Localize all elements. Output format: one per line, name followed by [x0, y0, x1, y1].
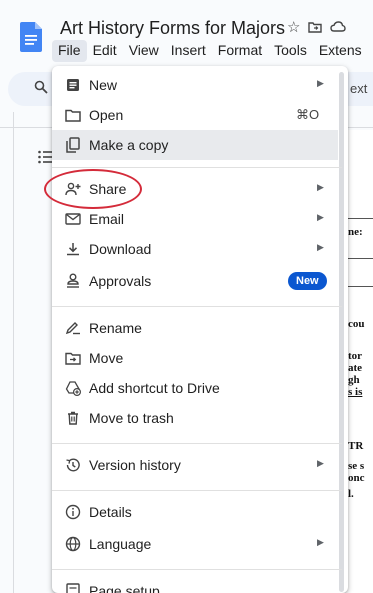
copy-icon — [64, 136, 82, 154]
doc-text-fragment: TR — [348, 440, 364, 452]
page-setup-icon — [64, 582, 82, 593]
submenu-arrow-icon: ▶ — [317, 182, 324, 192]
menu-item-move[interactable]: Move — [52, 343, 338, 373]
menu-separator — [52, 490, 342, 491]
cloud-status-icon[interactable] — [330, 18, 347, 36]
menu-item-label: New — [89, 77, 118, 93]
share-highlight-circle — [44, 169, 142, 209]
menu-item-new[interactable]: New ▶ — [52, 70, 338, 100]
title-actions: ☆ — [287, 18, 347, 36]
document-title[interactable]: Art History Forms for Majors — [60, 18, 285, 39]
download-icon — [64, 240, 82, 258]
drive-shortcut-icon — [64, 379, 82, 397]
menu-format[interactable]: Format — [212, 40, 268, 62]
menu-scrollbar[interactable] — [339, 72, 344, 592]
move-folder-icon — [64, 349, 82, 367]
vertical-ruler — [6, 112, 14, 593]
globe-icon — [64, 535, 82, 553]
folder-icon — [64, 106, 82, 124]
menu-item-download[interactable]: Download ▶ — [52, 234, 338, 264]
menu-item-label: Add shortcut to Drive — [89, 380, 220, 396]
menu-item-label: Move to trash — [89, 410, 174, 426]
menu-edit[interactable]: Edit — [87, 40, 123, 62]
menu-extensions[interactable]: Extens — [313, 40, 368, 62]
mail-icon — [64, 210, 82, 228]
menu-tools[interactable]: Tools — [268, 40, 313, 62]
star-icon[interactable]: ☆ — [287, 18, 300, 36]
menu-file[interactable]: File — [52, 40, 87, 62]
rename-pencil-icon — [64, 319, 82, 337]
doc-text-fragment: ne: — [348, 226, 363, 238]
menu-insert[interactable]: Insert — [165, 40, 212, 62]
menu-item-label: Move — [89, 350, 124, 366]
menu-item-label: Approvals — [89, 273, 152, 289]
menu-item-label: Details — [89, 504, 132, 520]
menu-item-page-setup[interactable]: Page setup — [52, 576, 338, 593]
doc-text-fragment: se s — [348, 460, 365, 472]
menu-item-move-to-trash[interactable]: Move to trash — [52, 403, 338, 433]
toolbar-text-fragment[interactable]: ext — [350, 81, 367, 96]
menu-item-make-copy[interactable]: Make a copy — [52, 130, 338, 160]
doc-text-fragment: tor — [348, 350, 363, 362]
menu-item-rename[interactable]: Rename — [52, 313, 338, 343]
submenu-arrow-icon: ▶ — [317, 78, 324, 88]
docs-logo-icon[interactable] — [20, 22, 42, 52]
new-badge: New — [288, 272, 327, 290]
docs-header: Art History Forms for Majors ☆ File Edit… — [0, 0, 373, 66]
menu-separator — [52, 443, 342, 444]
doc-text-fragment: onc — [348, 472, 365, 484]
menu-separator — [52, 306, 342, 307]
submenu-arrow-icon: ▶ — [317, 537, 324, 547]
menu-separator — [52, 167, 342, 168]
menu-item-label: Version history — [89, 457, 181, 473]
keyboard-shortcut: ⌘O — [296, 107, 320, 122]
menu-item-label: Page setup — [89, 583, 160, 593]
info-icon — [64, 503, 82, 521]
trash-icon — [64, 409, 82, 427]
doc-text-fragment: cou — [348, 318, 365, 330]
history-icon — [64, 456, 82, 474]
menu-item-language[interactable]: Language ▶ — [52, 529, 338, 559]
doc-text-fragment: s is — [348, 386, 363, 398]
search-menus-icon[interactable] — [34, 80, 48, 94]
doc-text-fragment: l. — [348, 488, 354, 500]
submenu-arrow-icon: ▶ — [317, 242, 324, 252]
menu-view[interactable]: View — [123, 40, 165, 62]
menu-item-details[interactable]: Details — [52, 497, 338, 527]
new-document-icon — [64, 76, 82, 94]
menu-item-label: Rename — [89, 320, 142, 336]
submenu-arrow-icon: ▶ — [317, 212, 324, 222]
approvals-person-icon — [64, 272, 82, 290]
file-menu: New ▶ Open ⌘O Make a copy Share ▶ Email … — [52, 66, 348, 593]
doc-text-fragment: ate — [348, 362, 363, 374]
menu-item-label: Email — [89, 211, 125, 227]
menu-item-version-history[interactable]: Version history ▶ — [52, 450, 338, 480]
doc-text-fragment: gh — [348, 374, 360, 386]
submenu-arrow-icon: ▶ — [317, 458, 324, 468]
move-folder-icon[interactable] — [308, 18, 323, 36]
menu-item-label: Language — [89, 536, 152, 552]
menu-item-approvals[interactable]: Approvals New — [52, 266, 338, 296]
menu-item-add-shortcut[interactable]: Add shortcut to Drive — [52, 373, 338, 403]
menu-item-label: Make a copy — [89, 137, 169, 153]
menu-item-label: Download — [89, 241, 152, 257]
menu-bar: File Edit View Insert Format Tools Exten… — [52, 40, 368, 62]
menu-item-open[interactable]: Open ⌘O — [52, 100, 338, 130]
menu-separator — [52, 569, 342, 570]
menu-item-label: Open — [89, 107, 124, 123]
